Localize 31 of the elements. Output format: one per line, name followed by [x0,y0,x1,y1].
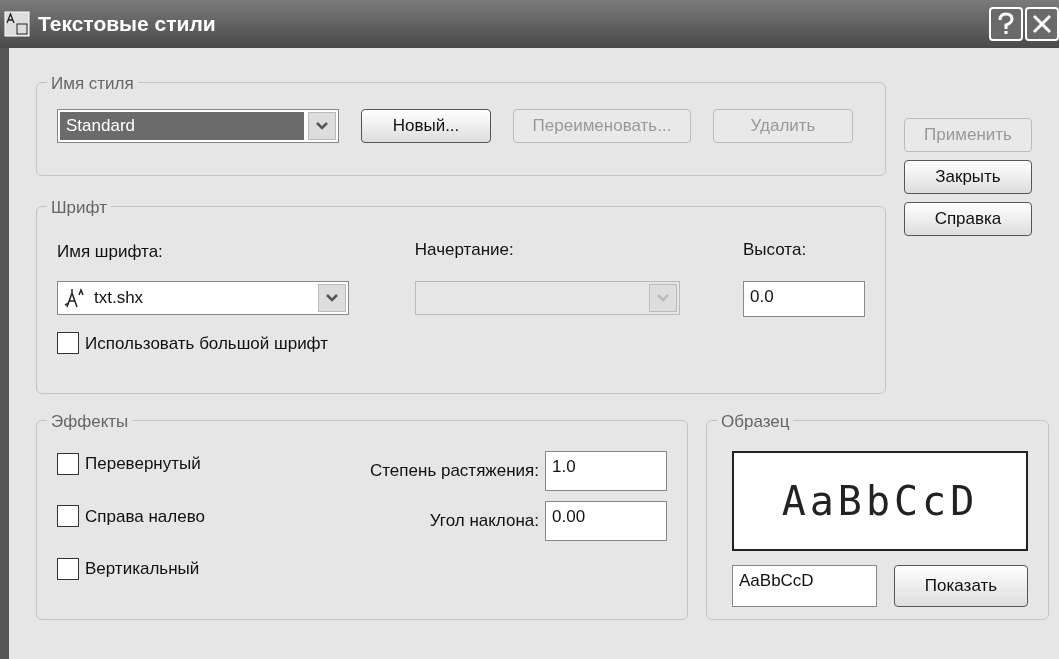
button[interactable]: Закрыть [904,160,1032,194]
font-type-icon [64,286,86,309]
field-label: Высота: [743,239,808,261]
field-label: Степень растяжения: [370,460,539,483]
font-preview: AaBbCcD [732,451,1028,551]
button[interactable]: Новый... [361,109,491,143]
number-field[interactable]: 0.00 [545,501,667,541]
checkbox-label: Использовать большой шрифт [85,332,329,355]
close-button[interactable] [1025,7,1059,41]
field-label: Угол наклона: [429,510,539,533]
checkbox-label: Перевернутый [85,453,201,475]
field-label: Имя шрифта: [57,241,164,263]
checkbox-label: Вертикальный [85,558,200,580]
help-button[interactable] [989,7,1023,41]
checkbox[interactable] [57,557,79,580]
checkbox[interactable] [57,332,79,355]
help-icon [997,12,1015,36]
app-icon [4,11,30,37]
height-field[interactable]: 0.0 [743,280,865,317]
button[interactable]: Справка [904,202,1032,236]
style-dropdown[interactable]: Standard [57,109,339,143]
font-dropdown[interactable]: txt.shx [57,280,349,315]
checkbox-label: Справа налево [85,505,205,528]
close-icon [1032,14,1052,34]
window-title: Текстовые стили [38,11,217,38]
checkbox[interactable] [57,452,79,475]
number-field[interactable]: 1.0 [545,451,667,491]
sample-text-field[interactable]: AaBbCcD [732,565,877,607]
checkbox[interactable] [57,505,79,528]
show-button[interactable]: Показать [894,565,1028,607]
field-label: Начертание: [414,239,515,261]
